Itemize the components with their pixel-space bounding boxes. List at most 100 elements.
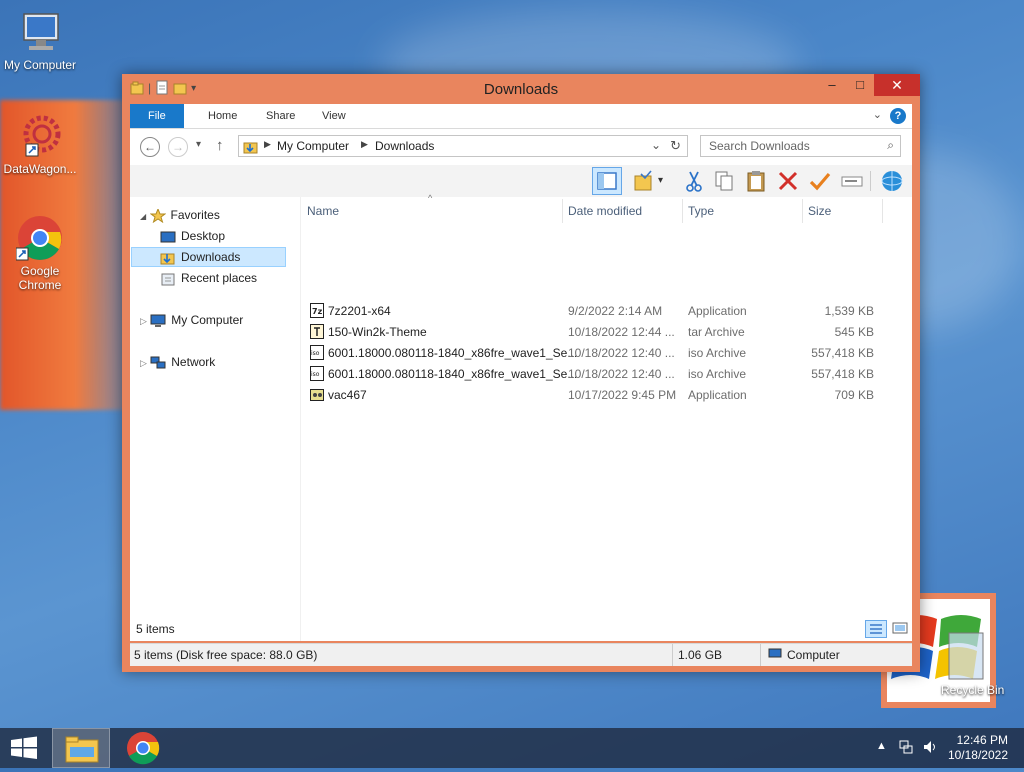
large-icons-view-button[interactable]	[890, 620, 910, 638]
minimize-button[interactable]: –	[818, 74, 846, 96]
title-bar[interactable]: | ▾ Downloads – □ ✕	[122, 74, 920, 104]
checkmark-icon[interactable]	[808, 169, 832, 193]
desktop-icon-datawagon[interactable]: DataWagon...	[0, 112, 80, 176]
expand-arrow-icon[interactable]: ▷	[140, 316, 147, 326]
explorer-window: | ▾ Downloads – □ ✕ File Home Share View…	[122, 74, 920, 672]
file-size: 545 KB	[834, 325, 874, 339]
expand-arrow-icon[interactable]: ◢	[140, 212, 146, 221]
nav-my-computer[interactable]: ▷ My Computer	[140, 310, 243, 330]
svg-text:iso: iso	[311, 371, 320, 378]
rename-icon[interactable]	[840, 169, 864, 193]
maximize-button[interactable]: □	[846, 74, 874, 96]
desktop-icon-my-computer[interactable]: My Computer	[0, 8, 80, 72]
ribbon: File Home Share View ⌄ ?	[130, 104, 912, 129]
nav-item-recent-places[interactable]: Recent places	[160, 268, 257, 288]
details-view-button[interactable]	[865, 620, 887, 638]
recycle-bin-label: Recycle Bin	[941, 683, 1005, 697]
column-divider[interactable]	[802, 199, 803, 223]
search-input[interactable]: Search Downloads	[709, 139, 810, 153]
nav-favorites[interactable]: ◢ Favorites	[140, 205, 220, 225]
breadcrumb-downloads[interactable]: Downloads	[375, 139, 434, 153]
taskbar-file-explorer[interactable]	[52, 728, 110, 768]
file-size: 1,539 KB	[824, 304, 874, 318]
column-divider[interactable]	[562, 199, 563, 223]
copy-icon[interactable]	[712, 169, 736, 193]
refresh-icon[interactable]: ↻	[670, 138, 681, 154]
breadcrumb-my-computer[interactable]: My Computer	[277, 139, 349, 153]
file-date: 10/18/2022 12:44 ...	[568, 325, 675, 339]
up-button[interactable]: ↑	[216, 137, 224, 154]
network-icon[interactable]	[898, 739, 914, 758]
nav-label: Favorites	[170, 208, 220, 222]
folder-options-icon[interactable]	[632, 169, 656, 193]
expand-ribbon-icon[interactable]: ⌄	[873, 108, 882, 121]
gear-icon	[16, 112, 64, 160]
nav-item-downloads[interactable]: Downloads	[160, 247, 240, 267]
svg-text:7z: 7z	[312, 307, 323, 316]
toolbar-separator	[870, 171, 871, 191]
table-row[interactable]: iso 6001.18000.080118-1840_x86fre_wave1_…	[302, 364, 892, 385]
nav-network[interactable]: ▷ Network	[140, 352, 215, 372]
column-header-date[interactable]: Date modified	[568, 197, 642, 225]
preview-pane-button[interactable]	[592, 167, 622, 195]
globe-icon[interactable]	[880, 169, 904, 193]
column-header-size[interactable]: Size	[808, 197, 831, 225]
nav-item-desktop[interactable]: Desktop	[160, 226, 225, 246]
file-name: 7z2201-x64	[328, 304, 391, 318]
delete-icon[interactable]	[776, 169, 800, 193]
desktop-icon	[160, 230, 176, 244]
window-title: Downloads	[483, 81, 559, 98]
navigation-pane: ◢ Favorites Desktop Downloads Recent pla…	[130, 197, 301, 641]
file-type: iso Archive	[688, 346, 747, 360]
svg-text:iso: iso	[311, 350, 320, 357]
column-divider[interactable]	[882, 199, 883, 223]
search-icon[interactable]: ⌕	[887, 138, 894, 153]
window-controls: – □ ✕	[818, 74, 920, 96]
sort-indicator-icon: ^	[428, 193, 433, 203]
tab-home[interactable]: Home	[194, 104, 251, 128]
desktop-icon-chrome[interactable]: Google Chrome	[0, 214, 80, 292]
chevron-down-icon[interactable]: ▾	[658, 175, 663, 186]
back-button[interactable]: ←	[140, 137, 160, 157]
status-bar: 5 items (Disk free space: 88.0 GB) 1.06 …	[130, 643, 912, 666]
downloads-folder-icon	[160, 251, 176, 265]
tab-share[interactable]: Share	[252, 104, 309, 128]
system-clock[interactable]: 12:46 PM 10/18/2022	[948, 733, 1008, 763]
tab-view[interactable]: View	[308, 104, 360, 128]
show-hidden-icons-button[interactable]: ▲	[876, 740, 887, 752]
status-size: 1.06 GB	[678, 648, 723, 662]
tab-file[interactable]: File	[130, 104, 184, 128]
column-divider[interactable]	[682, 199, 683, 223]
nav-label: Network	[171, 355, 216, 369]
address-dropdown-icon[interactable]: ⌄	[651, 138, 661, 152]
table-row[interactable]: 7z 7z2201-x64 9/2/2022 2:14 AM Applicati…	[302, 301, 892, 322]
taskbar-chrome[interactable]	[114, 728, 172, 768]
nav-label: My Computer	[171, 313, 244, 327]
table-row[interactable]: iso 6001.18000.080118-1840_x86fre_wave1_…	[302, 343, 892, 364]
paste-icon[interactable]	[744, 169, 768, 193]
file-size: 557,418 KB	[811, 346, 874, 360]
recent-locations-icon[interactable]: ▾	[196, 139, 201, 150]
address-bar[interactable]: ▶ My Computer ▶ Downloads ⌄ ↻	[238, 135, 688, 157]
chrome-icon	[127, 732, 160, 765]
close-button[interactable]: ✕	[874, 74, 920, 96]
cut-icon[interactable]	[682, 169, 706, 193]
nav-label: Downloads	[181, 250, 241, 264]
expand-arrow-icon[interactable]: ▷	[140, 358, 147, 368]
start-button[interactable]	[0, 728, 48, 768]
table-row[interactable]: vac467 10/17/2022 9:45 PM Application 70…	[302, 385, 892, 406]
search-box[interactable]: Search Downloads ⌕	[700, 135, 901, 157]
clock-time: 12:46 PM	[956, 733, 1008, 747]
column-header-name[interactable]: Name	[307, 197, 339, 225]
column-header-type[interactable]: Type	[688, 197, 714, 225]
volume-icon[interactable]	[922, 739, 938, 758]
nav-label: Desktop	[181, 229, 226, 243]
help-icon[interactable]: ?	[890, 108, 906, 124]
status-divider	[760, 644, 761, 666]
computer-icon	[768, 648, 782, 663]
table-row[interactable]: 150-Win2k-Theme 10/18/2022 12:44 ... tar…	[302, 322, 892, 343]
file-type: Application	[688, 304, 747, 318]
forward-button[interactable]: →	[168, 137, 188, 157]
file-date: 10/18/2022 12:40 ...	[568, 367, 675, 381]
file-list: ^ Name Date modified Type Size 7z 7z2201…	[302, 193, 912, 641]
